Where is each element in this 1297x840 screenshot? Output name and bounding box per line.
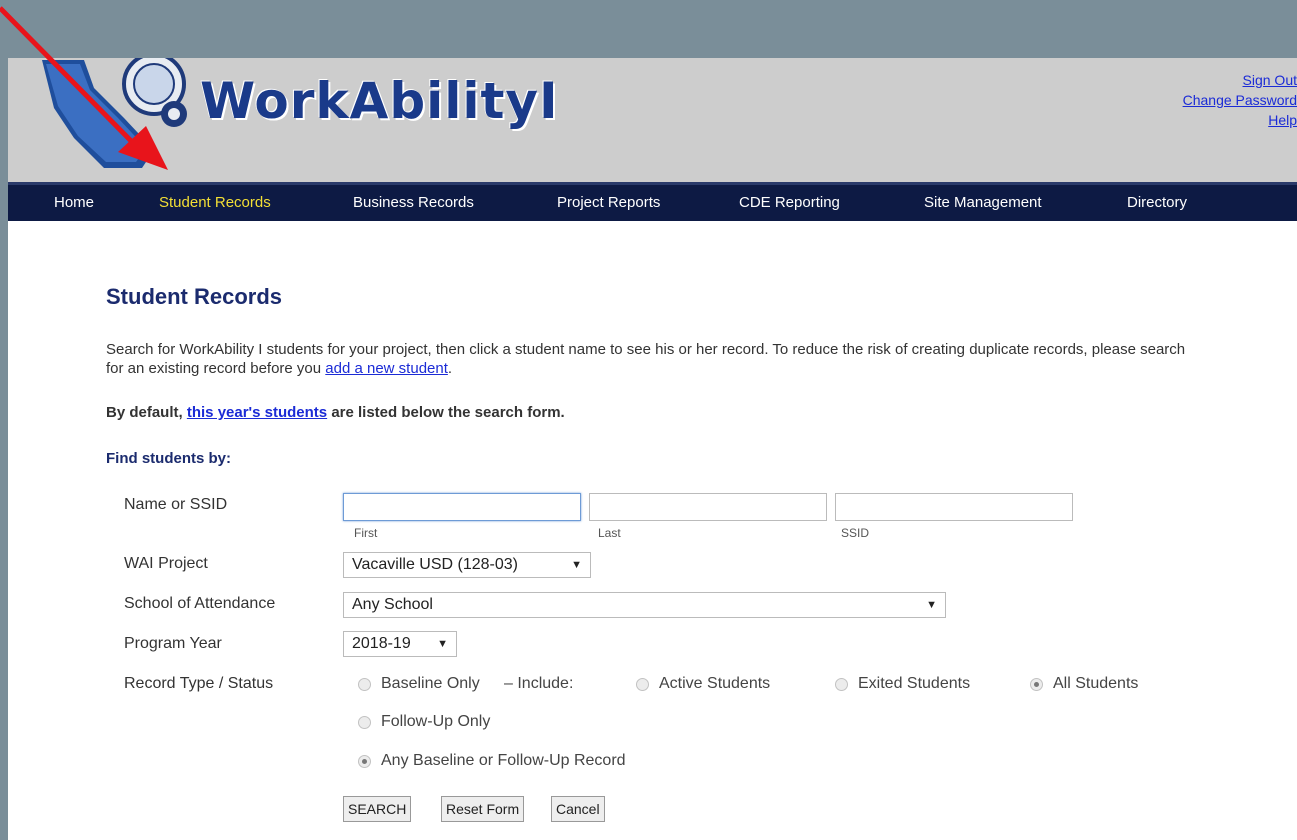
intro-body: Search for WorkAbility I students for yo…	[106, 341, 1186, 377]
nav-site-management[interactable]: Site Management	[924, 194, 1042, 211]
ssid-input[interactable]	[835, 493, 1073, 521]
help-link[interactable]: Help	[1183, 110, 1297, 130]
exited-students-label: Exited Students	[858, 675, 971, 692]
page: WorkAbilityI Sign Out Change Password He…	[8, 58, 1297, 840]
program-year-label: Program Year	[124, 635, 222, 652]
nav-directory[interactable]: Directory	[1127, 194, 1187, 211]
page-title: Student Records	[106, 284, 283, 309]
name-ssid-label: Name or SSID	[124, 496, 228, 513]
this-years-students-link[interactable]: this year's students	[187, 404, 327, 421]
find-students-heading: Find students by:	[106, 450, 231, 467]
default-prefix: By default,	[106, 404, 183, 421]
top-links: Sign Out Change Password Help	[1183, 70, 1297, 130]
active-students-label: Active Students	[659, 675, 771, 692]
program-year-select[interactable]: 2018-19 ▼	[343, 631, 457, 657]
active-students-radio[interactable]	[636, 678, 649, 691]
wai-project-value: Vacaville USD (128-03)	[352, 556, 518, 573]
default-suffix: are listed below the search form.	[331, 404, 565, 421]
any-record-radio[interactable]	[358, 755, 371, 768]
logo-text: WorkAbilityI	[200, 72, 559, 130]
all-students-radio[interactable]	[1030, 678, 1043, 691]
chevron-down-icon: ▼	[437, 638, 448, 650]
record-type-label: Record Type / Status	[124, 675, 274, 692]
last-name-input[interactable]	[589, 493, 827, 521]
ssid-sublabel: SSID	[841, 526, 870, 540]
school-label: School of Attendance	[124, 595, 276, 612]
header-banner: WorkAbilityI Sign Out Change Password He…	[8, 58, 1297, 182]
annotation-arrow-icon	[0, 6, 168, 170]
baseline-only-label: Baseline Only	[381, 675, 480, 692]
followup-only-label: Follow-Up Only	[381, 713, 491, 730]
cancel-button[interactable]: Cancel	[551, 796, 605, 822]
search-button[interactable]: SEARCH	[343, 796, 412, 822]
wai-project-label: WAI Project	[124, 555, 208, 572]
first-name-input[interactable]	[343, 493, 581, 521]
reset-form-button[interactable]: Reset Form	[441, 796, 525, 822]
school-value: Any School	[352, 596, 433, 613]
school-select[interactable]: Any School ▼	[343, 592, 946, 618]
followup-only-radio[interactable]	[358, 716, 371, 729]
wai-project-select[interactable]: Vacaville USD (128-03) ▼	[343, 552, 591, 578]
change-password-link[interactable]: Change Password	[1183, 90, 1297, 110]
any-record-label: Any Baseline or Follow-Up Record	[381, 752, 626, 769]
sign-out-link[interactable]: Sign Out	[1183, 70, 1297, 90]
nav-business-records[interactable]: Business Records	[353, 194, 474, 211]
main-nav: Home Student Records Business Records Pr…	[8, 182, 1297, 221]
intro-text: Search for WorkAbility I students for yo…	[106, 341, 1186, 377]
add-new-student-link[interactable]: add a new student	[325, 360, 448, 377]
exited-students-radio[interactable]	[835, 678, 848, 691]
default-note: By default, this year's students are lis…	[106, 404, 565, 421]
last-sublabel: Last	[598, 526, 621, 540]
all-students-label: All Students	[1053, 675, 1139, 692]
program-year-value: 2018-19	[352, 635, 411, 652]
nav-cde-reporting[interactable]: CDE Reporting	[739, 194, 840, 211]
chevron-down-icon: ▼	[571, 559, 582, 571]
chevron-down-icon: ▼	[926, 599, 937, 611]
baseline-only-radio[interactable]	[358, 678, 371, 691]
first-sublabel: First	[354, 526, 378, 540]
include-label: – Include:	[504, 675, 574, 692]
nav-project-reports[interactable]: Project Reports	[557, 194, 660, 211]
